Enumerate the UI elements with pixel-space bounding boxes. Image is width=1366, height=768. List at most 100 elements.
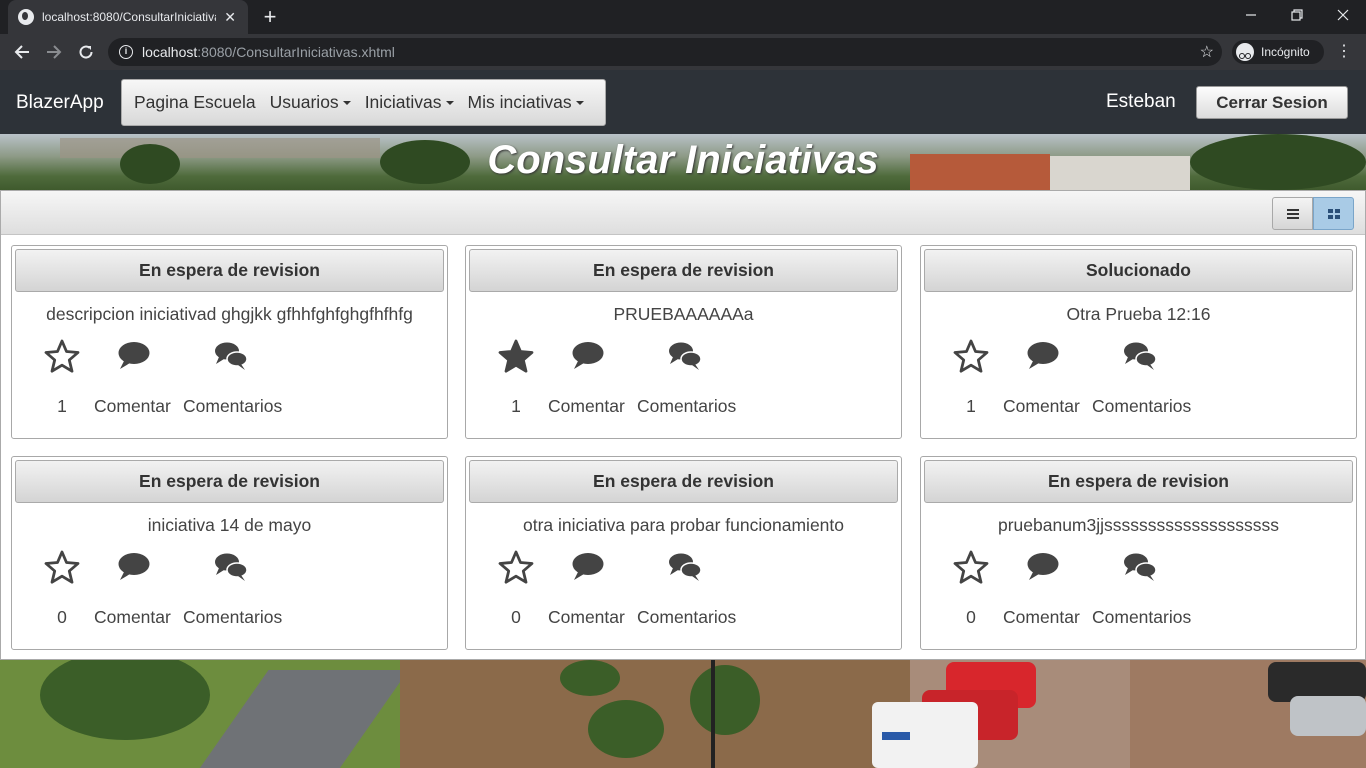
menu-item-mis-iniciativas[interactable]: Mis inciativas xyxy=(468,92,584,113)
menu-item-usuarios[interactable]: Usuarios xyxy=(270,92,351,113)
vote-count: 1 xyxy=(57,396,67,416)
initiative-status: En espera de revision xyxy=(469,460,898,503)
close-window-button[interactable] xyxy=(1320,0,1366,30)
menu-item-iniciativas[interactable]: Iniciativas xyxy=(365,92,454,113)
initiative-card-2: En espera de revision PRUEBAAAAAAa 1 Com… xyxy=(465,245,902,439)
comment-icon[interactable] xyxy=(113,338,153,374)
comments-icon[interactable] xyxy=(211,338,251,374)
chevron-down-icon xyxy=(342,100,351,105)
chevron-down-icon xyxy=(445,100,454,105)
comments-link[interactable]: Comentarios xyxy=(1092,607,1191,628)
star-icon[interactable] xyxy=(951,549,991,585)
initiative-status: En espera de revision xyxy=(469,249,898,292)
comment-icon[interactable] xyxy=(567,338,607,374)
browser-menu-icon[interactable]: ⋮ xyxy=(1334,40,1354,64)
grid-layout-button[interactable] xyxy=(1313,197,1354,230)
comments-icon[interactable] xyxy=(665,549,705,585)
comments-link[interactable]: Comentarios xyxy=(183,396,282,417)
star-icon[interactable] xyxy=(951,338,991,374)
minimize-icon xyxy=(1246,14,1256,16)
comments-icon[interactable] xyxy=(1120,338,1160,374)
vote-count: 1 xyxy=(966,396,976,416)
list-layout-button[interactable] xyxy=(1272,197,1313,230)
globe-icon xyxy=(18,9,34,25)
back-button[interactable] xyxy=(8,38,36,66)
bookmark-star-icon[interactable]: ☆ xyxy=(1200,42,1214,62)
comment-icon[interactable] xyxy=(1022,549,1062,585)
initiative-description: iniciativa 14 de mayo xyxy=(147,515,312,535)
reload-button[interactable] xyxy=(72,38,100,66)
main-menubar: Pagina Escuela Usuarios Iniciativas Mis … xyxy=(121,79,606,126)
initiative-status: En espera de revision xyxy=(15,460,444,503)
comment-link[interactable]: Comentar xyxy=(548,396,625,417)
app-navbar: BlazerApp Pagina Escuela Usuarios Inicia… xyxy=(0,70,1366,134)
browser-titlebar: localhost:8080/ConsultarIniciativas.xhtm… xyxy=(0,0,1366,34)
url-text: localhost:8080/ConsultarIniciativas.xhtm… xyxy=(142,44,395,60)
dataview-header xyxy=(1,191,1365,235)
initiative-description: otra iniciativa para probar funcionamien… xyxy=(522,515,844,535)
browser-toolbar: i localhost:8080/ConsultarIniciativas.xh… xyxy=(0,34,1366,70)
restore-button[interactable] xyxy=(1274,0,1320,30)
initiative-description: pruebanum3jjssssssssssssssssssss xyxy=(997,515,1280,535)
list-icon xyxy=(1286,208,1299,219)
menu-item-pagina-escuela[interactable]: Pagina Escuela xyxy=(134,92,256,113)
incognito-icon xyxy=(1236,43,1254,61)
initiative-description: PRUEBAAAAAAa xyxy=(613,304,754,324)
initiative-card-6: En espera de revision pruebanum3jjssssss… xyxy=(920,456,1357,650)
background-photo xyxy=(0,660,1366,768)
tab-title: localhost:8080/ConsultarIniciativas.xhtm… xyxy=(42,10,216,24)
browser-tab[interactable]: localhost:8080/ConsultarIniciativas.xhtm… xyxy=(8,0,248,34)
logout-button[interactable]: Cerrar Sesion xyxy=(1196,86,1348,119)
chevron-down-icon xyxy=(575,100,584,105)
comment-link[interactable]: Comentar xyxy=(94,396,171,417)
comment-link[interactable]: Comentar xyxy=(1003,396,1080,417)
close-icon xyxy=(1337,9,1349,21)
comments-link[interactable]: Comentarios xyxy=(183,607,282,628)
initiative-description: Otra Prueba 12:16 xyxy=(1066,304,1211,324)
comments-icon[interactable] xyxy=(211,549,251,585)
vote-count: 0 xyxy=(966,607,976,627)
star-icon[interactable] xyxy=(42,549,82,585)
initiative-description: descripcion iniciativad ghgjkk gfhhfghfg… xyxy=(46,304,413,324)
address-bar[interactable]: i localhost:8080/ConsultarIniciativas.xh… xyxy=(108,38,1222,66)
comments-link[interactable]: Comentarios xyxy=(637,396,736,417)
comment-icon[interactable] xyxy=(567,549,607,585)
initiative-card-1: En espera de revision descripcion inicia… xyxy=(11,245,448,439)
comment-link[interactable]: Comentar xyxy=(94,607,171,628)
comment-icon[interactable] xyxy=(113,549,153,585)
initiative-card-3: Solucionado Otra Prueba 12:16 1 Comentar… xyxy=(920,245,1357,439)
restore-icon xyxy=(1291,9,1303,21)
arrow-left-icon xyxy=(14,45,29,59)
initiative-status: Solucionado xyxy=(924,249,1353,292)
comments-icon[interactable] xyxy=(1120,549,1160,585)
vote-count: 0 xyxy=(511,607,521,627)
incognito-label: Incógnito xyxy=(1261,45,1310,59)
comments-link[interactable]: Comentarios xyxy=(1092,396,1191,417)
current-user: Esteban xyxy=(1106,91,1176,112)
grid-icon xyxy=(1327,208,1340,219)
vote-count: 0 xyxy=(57,607,67,627)
brand-link[interactable]: BlazerApp xyxy=(16,92,104,114)
page-title: Consultar Iniciativas xyxy=(487,138,879,182)
initiatives-dataview: En espera de revision descripcion inicia… xyxy=(0,190,1366,660)
comment-link[interactable]: Comentar xyxy=(548,607,625,628)
initiative-card-5: En espera de revision otra iniciativa pa… xyxy=(465,456,902,650)
comment-link[interactable]: Comentar xyxy=(1003,607,1080,628)
star-icon[interactable] xyxy=(496,549,536,585)
initiative-card-4: En espera de revision iniciativa 14 de m… xyxy=(11,456,448,650)
comments-icon[interactable] xyxy=(665,338,705,374)
vote-count: 1 xyxy=(511,396,521,416)
page-banner: Consultar Iniciativas xyxy=(0,134,1366,190)
new-tab-button[interactable]: + xyxy=(258,5,282,29)
star-icon[interactable] xyxy=(42,338,82,374)
forward-button[interactable] xyxy=(40,38,68,66)
comment-icon[interactable] xyxy=(1022,338,1062,374)
close-tab-icon[interactable]: ✕ xyxy=(222,9,238,26)
comments-link[interactable]: Comentarios xyxy=(637,607,736,628)
initiative-status: En espera de revision xyxy=(15,249,444,292)
incognito-badge[interactable]: Incógnito xyxy=(1232,40,1324,64)
star-filled-icon[interactable] xyxy=(496,338,536,374)
initiative-status: En espera de revision xyxy=(924,460,1353,503)
minimize-button[interactable] xyxy=(1228,0,1274,30)
info-icon[interactable]: i xyxy=(119,45,133,59)
